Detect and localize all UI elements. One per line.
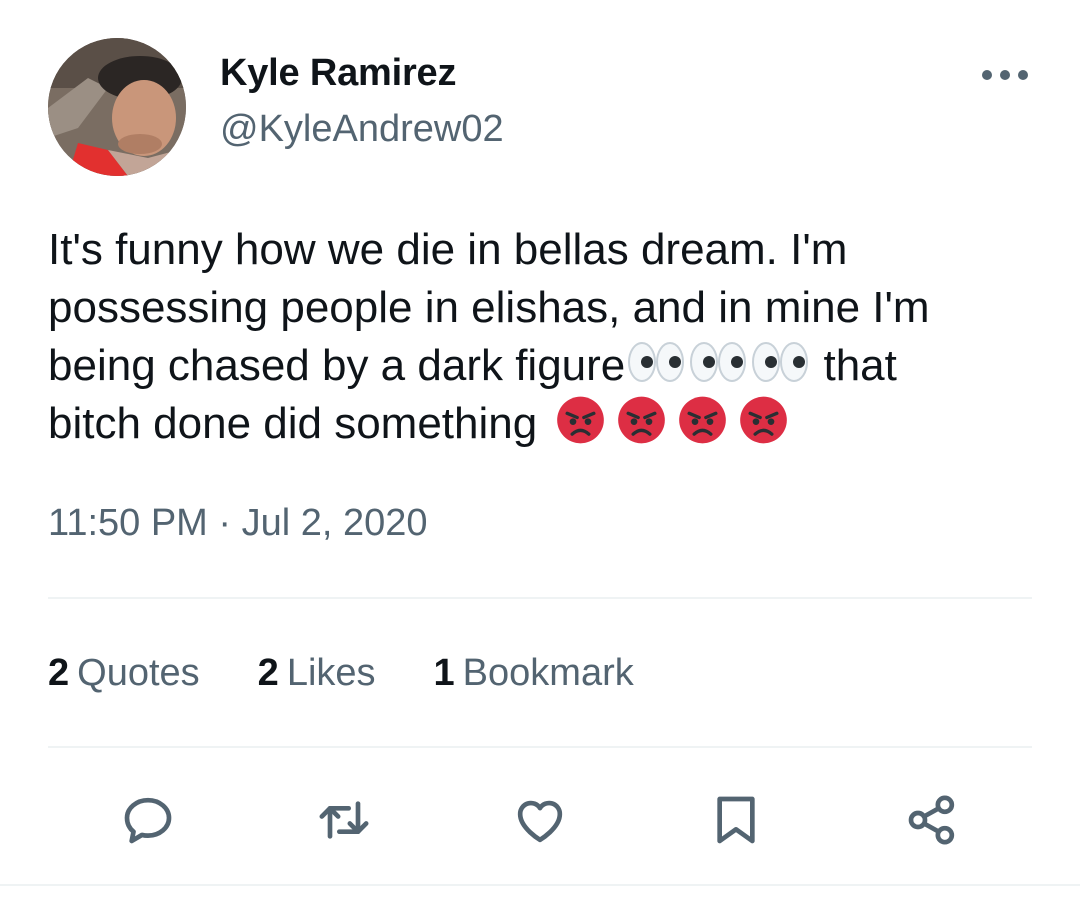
likes-label: Likes <box>286 652 376 694</box>
tweet-line-text: being chased by a dark figure <box>48 341 626 390</box>
bookmarks-count: 1 <box>433 652 455 694</box>
tweet-line-text: that <box>811 341 897 390</box>
tweet-line: being chased by a dark figure that <box>48 337 1048 395</box>
divider <box>48 597 1032 599</box>
bookmark-icon <box>717 796 755 844</box>
divider <box>0 884 1080 886</box>
angry-face-emoji <box>671 395 734 445</box>
tweet-line: It's funny how we die in bellas dream. I… <box>48 225 848 274</box>
eyes-emoji <box>749 337 811 387</box>
quotes-stat[interactable]: 2 Quotes <box>48 652 200 695</box>
bookmarks-label: Bookmark <box>462 652 634 694</box>
avatar[interactable] <box>48 38 186 176</box>
tweet-line-text: bitch done did something <box>48 399 550 448</box>
tweet-text: It's funny how we die in bellas dream. I… <box>48 221 1048 453</box>
tweet-timestamp[interactable]: 11:50 PM · Jul 2, 2020 <box>48 502 428 545</box>
quotes-count: 2 <box>48 652 70 694</box>
tweet-line: bitch done did something <box>48 395 1048 453</box>
share-icon <box>908 795 955 845</box>
engagement-stats: 2 Quotes 2 Likes 1 Bookmark <box>48 652 634 695</box>
like-icon <box>517 800 563 843</box>
bookmarks-stat[interactable]: 1 Bookmark <box>434 652 634 695</box>
author-display-name[interactable]: Kyle Ramirez <box>220 52 456 95</box>
reply-icon <box>124 797 172 844</box>
tweet-line: possessing people in elishas, and in min… <box>48 283 930 332</box>
eyes-emoji <box>687 337 749 387</box>
eyes-emoji <box>625 337 687 387</box>
angry-face-emoji <box>732 395 795 445</box>
like-button[interactable] <box>510 790 570 850</box>
author-handle[interactable]: @KyleAndrew02 <box>220 108 504 151</box>
angry-face-emoji <box>549 395 612 445</box>
likes-count: 2 <box>257 652 279 694</box>
more-dots-icon <box>982 70 1028 80</box>
likes-stat[interactable]: 2 Likes <box>258 652 376 695</box>
reply-button[interactable] <box>118 790 178 850</box>
retweet-button[interactable] <box>314 790 374 850</box>
bookmark-button[interactable] <box>706 790 766 850</box>
more-options-button[interactable] <box>975 55 1035 95</box>
retweet-icon <box>319 801 369 839</box>
quotes-label: Quotes <box>77 652 200 694</box>
action-bar <box>0 790 1080 850</box>
divider <box>48 746 1032 748</box>
angry-face-emoji <box>610 395 673 445</box>
share-button[interactable] <box>902 790 962 850</box>
